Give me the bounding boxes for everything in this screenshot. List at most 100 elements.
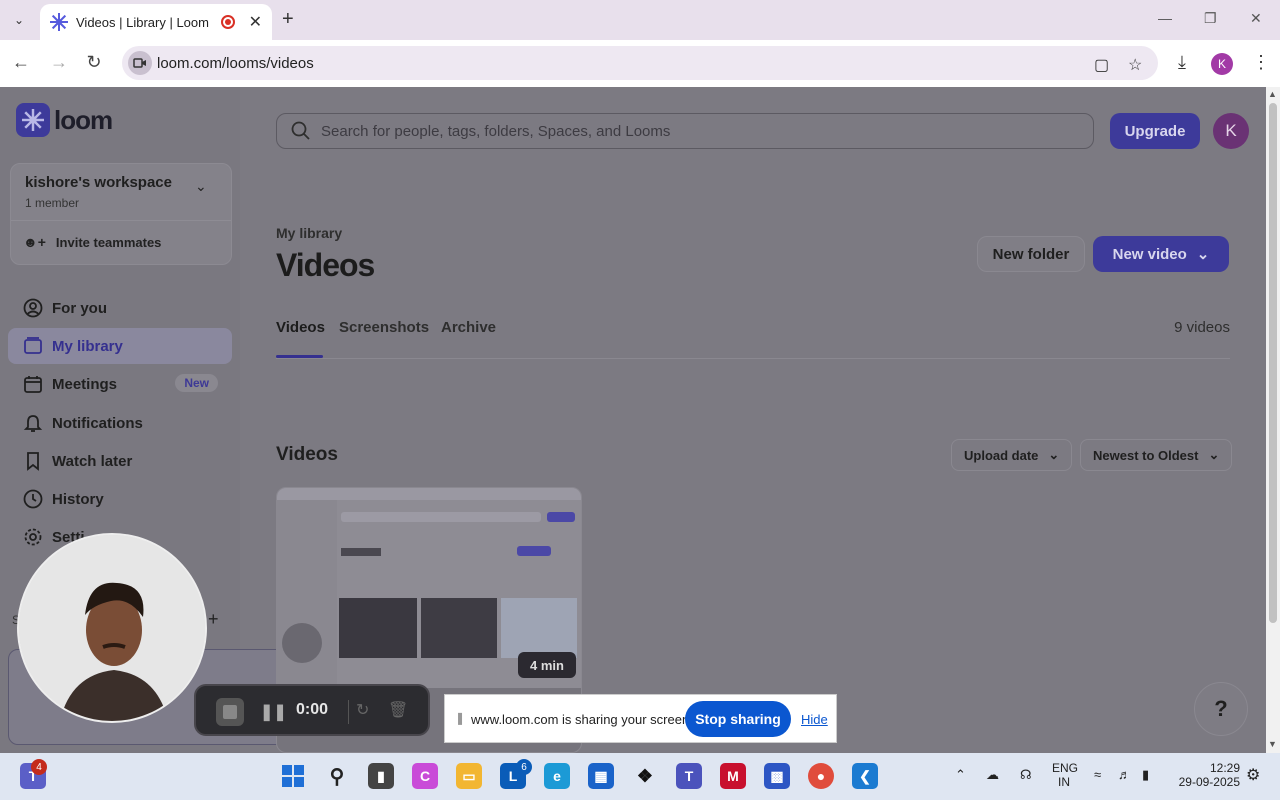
search-bar[interactable]: Search for people, tags, folders, Spaces… [276, 113, 1094, 149]
add-user-icon: ☻+ [23, 234, 46, 250]
divider [11, 220, 231, 221]
tray-chevron-up-icon[interactable]: ⌃ [955, 767, 966, 783]
windows-start-icon[interactable] [280, 763, 306, 789]
browser-tab-loom[interactable]: Videos | Library | Loom ✕ [40, 4, 272, 40]
sort-order-label: Newest to Oldest [1093, 447, 1199, 463]
mcafee-icon[interactable]: M [720, 763, 746, 789]
page-scrollbar[interactable]: ▲ ▼ [1266, 87, 1280, 753]
sort-field-dropdown[interactable]: Upload date ⌄ [951, 439, 1073, 471]
back-icon[interactable]: ← [10, 52, 32, 73]
reload-icon[interactable]: ↻ [83, 52, 105, 73]
recording-timer: 0:00 [296, 701, 329, 718]
loom-logo[interactable]: loom [16, 103, 113, 137]
bookmark-star-icon[interactable]: ☆ [1128, 55, 1142, 75]
sidebar-item-label: Watch later [52, 452, 133, 470]
help-button[interactable]: ? [1194, 682, 1248, 736]
pause-icon[interactable]: ❚❚ [260, 702, 287, 722]
drag-handle-icon[interactable]: ❚ [455, 711, 465, 725]
hide-notice-link[interactable]: Hide [801, 712, 828, 727]
sort-order-dropdown[interactable]: Newest to Oldest ⌄ [1080, 439, 1233, 471]
wifi-icon[interactable]: ≈ [1094, 767, 1101, 782]
tab-search-chevron-icon[interactable]: ⌄ [7, 8, 31, 32]
loom-logo-icon [16, 103, 50, 137]
trash-icon[interactable]: 🗑 [388, 700, 408, 720]
site-info-icon[interactable] [128, 51, 152, 75]
scrollbar-thumb[interactable] [1269, 103, 1277, 623]
scroll-up-arrow-icon[interactable]: ▲ [1268, 89, 1277, 99]
chevron-down-icon[interactable]: ⌄ [195, 178, 207, 195]
teams-icon[interactable]: T [676, 763, 702, 789]
vscode-icon[interactable]: ❮ [852, 763, 878, 789]
forward-icon[interactable]: → [48, 52, 70, 73]
windows-taskbar: T 4 ⚲ ▮ C ▭ L 6 e ▦ ❖ T M ▩ ● ❮ ⌃ ☁ ☊ EN… [0, 753, 1280, 800]
new-video-button[interactable]: New video ⌄ [1093, 236, 1229, 272]
logo-text: loom [54, 104, 113, 135]
webcam-bubble[interactable] [17, 533, 207, 723]
library-icon [22, 335, 44, 357]
upgrade-button[interactable]: Upgrade [1110, 113, 1200, 149]
store-icon[interactable]: ▦ [588, 763, 614, 789]
sidebar-item-notifications[interactable]: Notifications [8, 405, 232, 441]
chevron-down-icon: ⌄ [1048, 447, 1060, 462]
clock[interactable]: 12:29 29-09-2025 [1170, 761, 1240, 789]
sidebar-item-my-library[interactable]: My library [8, 328, 232, 364]
invite-label: Invite teammates [55, 234, 162, 250]
sidebar-item-history[interactable]: History [8, 481, 232, 517]
task-view-icon[interactable]: ▮ [368, 763, 394, 789]
close-tab-icon[interactable]: ✕ [249, 12, 262, 32]
search-icon[interactable]: ⚲ [324, 763, 350, 789]
loom-favicon-icon [50, 13, 68, 31]
stop-sharing-button[interactable]: Stop sharing [685, 701, 791, 737]
video-duration-badge: 4 min [518, 652, 576, 678]
restart-icon[interactable]: ↻ [356, 700, 369, 720]
tab-archive[interactable]: Archive [441, 319, 496, 336]
minimize-icon[interactable]: — [1158, 10, 1172, 26]
tab-videos[interactable]: Videos [276, 319, 325, 336]
tab-title: Videos | Library | Loom [76, 14, 209, 30]
add-space-icon[interactable]: + [208, 609, 219, 630]
cast-off-icon[interactable]: ▢ [1094, 55, 1109, 75]
user-avatar[interactable]: K [1213, 113, 1249, 149]
tab-screenshots[interactable]: Screenshots [339, 319, 429, 336]
notification-center-icon[interactable]: ⚙ [1246, 765, 1260, 785]
new-folder-button[interactable]: New folder [977, 236, 1085, 272]
app-icon[interactable]: ▩ [764, 763, 790, 789]
new-tab-button[interactable]: + [282, 8, 294, 31]
chrome-icon[interactable]: ● [808, 763, 834, 789]
sidebar-item-label: My library [52, 337, 123, 355]
downloads-icon[interactable]: ⤓ [1178, 52, 1186, 73]
microphone-icon[interactable]: ☊ [1020, 767, 1032, 783]
sidebar-item-watch-later[interactable]: Watch later [8, 443, 232, 479]
clock-date: 29-09-2025 [1178, 775, 1240, 789]
file-explorer-icon[interactable]: ▭ [456, 763, 482, 789]
scroll-down-arrow-icon[interactable]: ▼ [1268, 739, 1277, 749]
sidebar-item-label: History [52, 490, 104, 508]
address-bar[interactable]: loom.com/looms/videos ▢ ☆ [122, 46, 1158, 80]
l-app-badge: 6 [516, 759, 532, 775]
search-input[interactable]: Search for people, tags, folders, Spaces… [321, 123, 670, 140]
sort-field-label: Upload date [964, 447, 1039, 463]
stop-recording-button[interactable] [216, 698, 244, 726]
breadcrumb[interactable]: My library [276, 225, 342, 241]
sidebar-item-label: For you [52, 299, 107, 317]
restore-icon[interactable]: ❐ [1204, 10, 1217, 27]
workspace-switcher[interactable]: kishore's workspace 1 member ⌄ ☻+ Invite… [10, 163, 232, 265]
volume-icon[interactable]: ♬ [1118, 767, 1131, 782]
browser-menu-icon[interactable]: ⋮ [1252, 52, 1270, 73]
recording-indicator-icon [220, 15, 235, 29]
bell-icon [22, 412, 44, 434]
battery-icon[interactable]: ▮ [1142, 767, 1149, 783]
bookmark-icon [22, 450, 44, 472]
dropbox-icon[interactable]: ❖ [632, 763, 658, 789]
edge-icon[interactable]: e [544, 763, 570, 789]
calendar-icon [22, 373, 44, 395]
close-window-icon[interactable]: ✕ [1250, 10, 1262, 27]
onedrive-icon[interactable]: ☁ [986, 767, 999, 783]
sidebar-item-meetings[interactable]: Meetings New [8, 366, 232, 402]
chevron-down-icon: ⌄ [1208, 447, 1220, 462]
language-indicator[interactable]: ENG IN [1052, 761, 1078, 789]
browser-profile-avatar[interactable]: K [1211, 53, 1233, 75]
invite-teammates-button[interactable]: ☻+ Invite teammates [23, 234, 161, 250]
copilot-icon[interactable]: C [412, 763, 438, 789]
sidebar-item-for-you[interactable]: For you [8, 290, 232, 326]
